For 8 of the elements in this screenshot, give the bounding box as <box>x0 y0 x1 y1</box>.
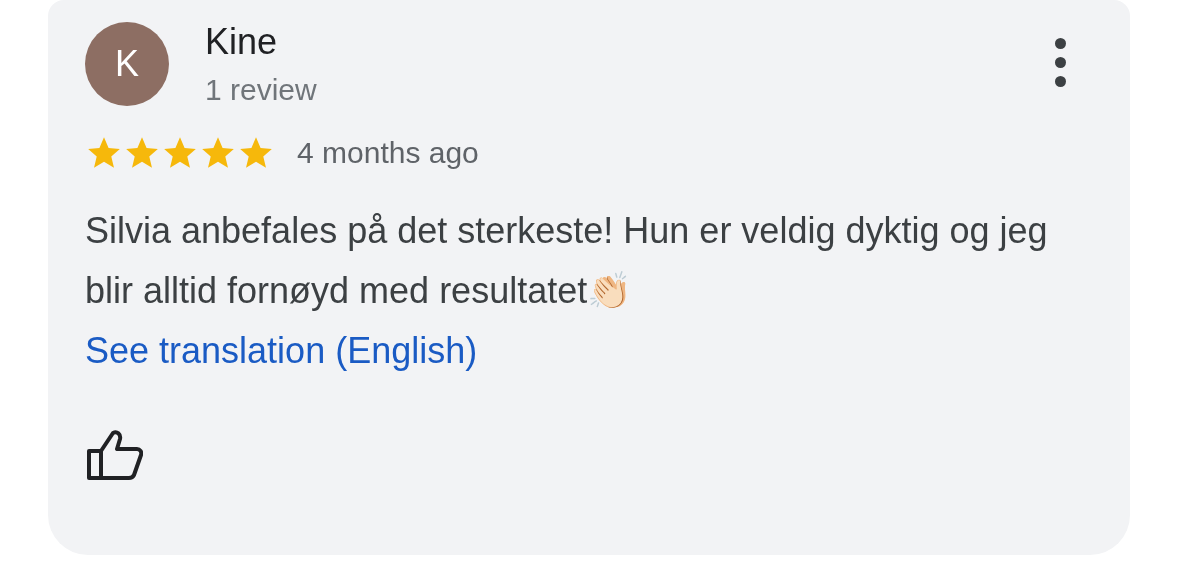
review-text: Silvia anbefales på det sterkeste! Hun er veldig dyktig og jeg blir alltid fornøyd med resultatet👏🏻 <box>85 209 1049 313</box>
review-time: 4 months ago <box>297 135 479 171</box>
review-count: 1 review <box>205 72 317 108</box>
more-options-icon[interactable] <box>1055 38 1066 87</box>
see-translation-link[interactable]: See translation (English) <box>85 321 478 381</box>
thumbs-up-icon[interactable] <box>85 429 143 481</box>
avatar: K <box>85 22 169 106</box>
author-name[interactable]: Kine <box>205 20 317 64</box>
